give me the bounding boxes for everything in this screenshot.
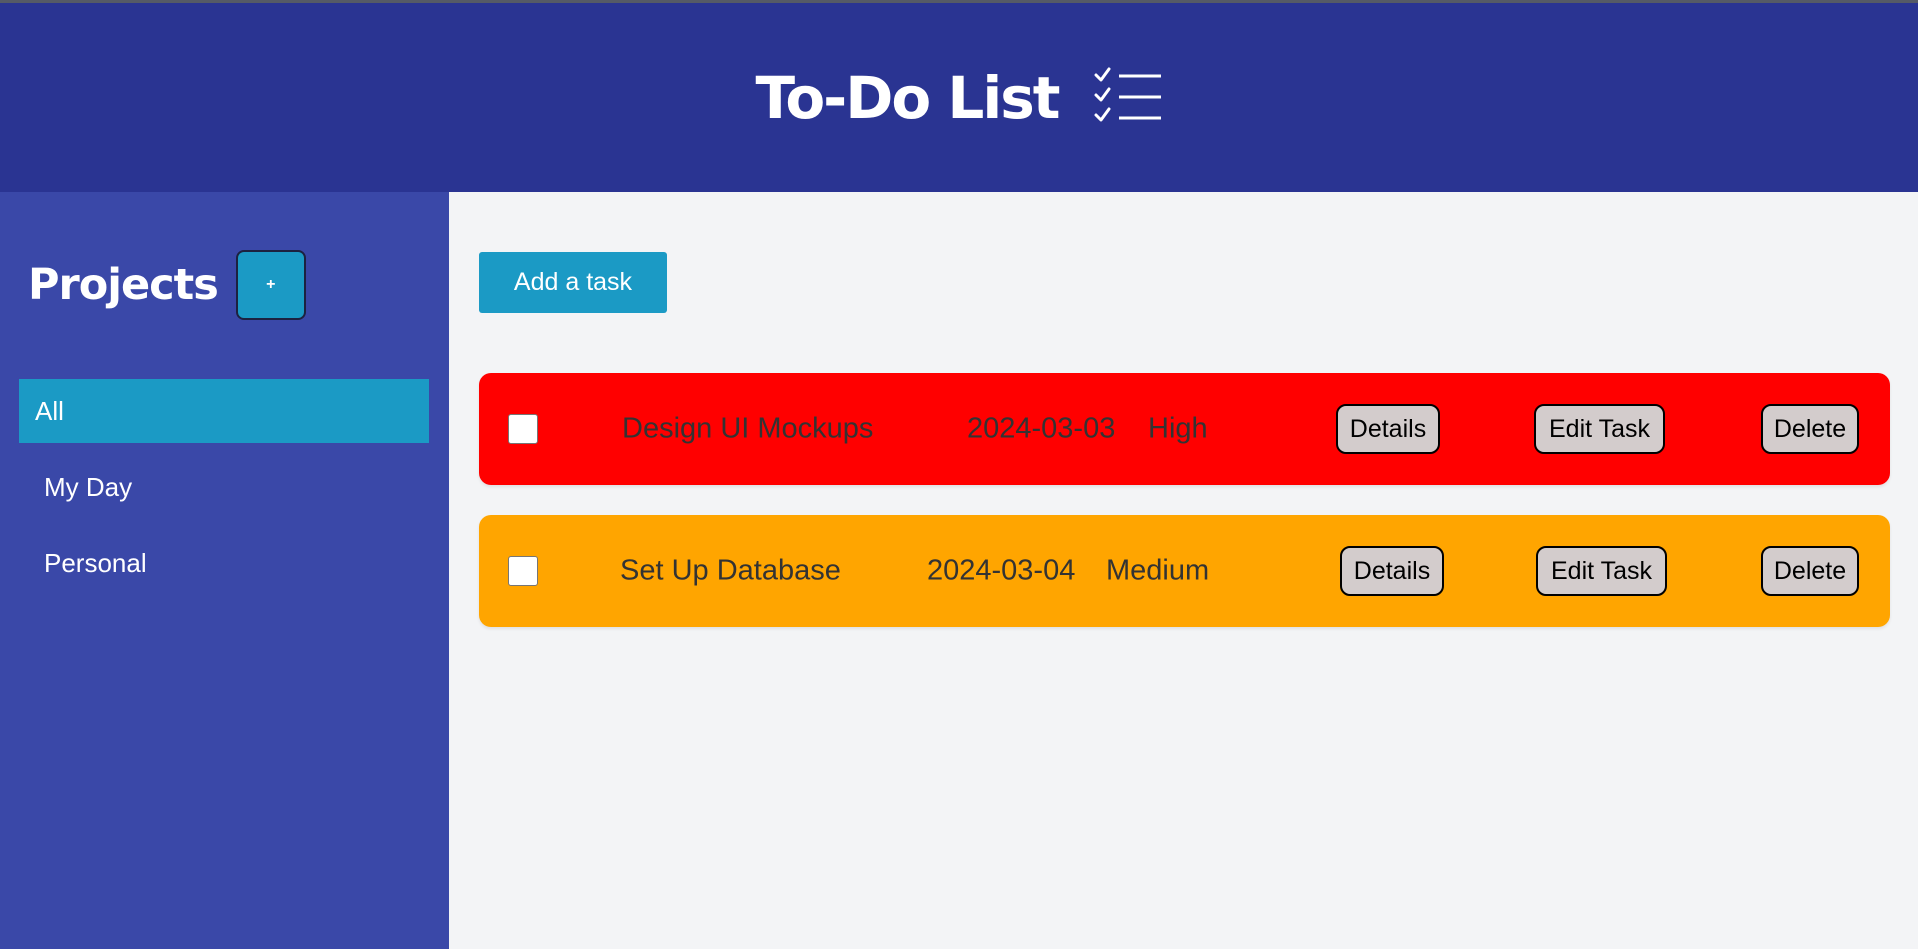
task-date: 2024-03-03	[967, 412, 1116, 445]
task-row: Set Up Database 2024-03-04 Medium Detail…	[479, 515, 1890, 627]
task-checkbox[interactable]	[508, 556, 538, 586]
task-title: Design UI Mockups	[622, 412, 874, 445]
details-button[interactable]: Details	[1340, 546, 1444, 596]
sidebar-item-my-day[interactable]: My Day	[19, 455, 429, 519]
edit-task-button[interactable]: Edit Task	[1536, 546, 1667, 596]
task-checkbox[interactable]	[508, 414, 538, 444]
app-header: To-Do List	[0, 3, 1918, 192]
sidebar-item-all[interactable]: All	[19, 379, 429, 443]
sidebar-item-personal[interactable]: Personal	[19, 531, 429, 595]
projects-title: Projects	[28, 260, 219, 310]
task-title: Set Up Database	[620, 554, 841, 587]
sidebar: Projects + All My Day Personal	[0, 192, 449, 949]
details-button[interactable]: Details	[1336, 404, 1440, 454]
project-list: All My Day Personal	[19, 379, 429, 607]
task-priority: High	[1148, 412, 1208, 445]
app-title: To-Do List	[755, 63, 1060, 132]
projects-header: Projects +	[28, 250, 306, 320]
main-content: Add a task Design UI Mockups 2024-03-03 …	[449, 192, 1918, 949]
delete-button[interactable]: Delete	[1761, 546, 1859, 596]
task-date: 2024-03-04	[927, 554, 1076, 587]
add-project-button[interactable]: +	[235, 250, 306, 320]
checklist-icon	[1094, 67, 1161, 121]
edit-task-button[interactable]: Edit Task	[1534, 404, 1665, 454]
delete-button[interactable]: Delete	[1761, 404, 1859, 454]
task-row: Design UI Mockups 2024-03-03 High Detail…	[479, 373, 1890, 485]
task-priority: Medium	[1106, 554, 1210, 587]
add-task-button[interactable]: Add a task	[479, 252, 667, 313]
